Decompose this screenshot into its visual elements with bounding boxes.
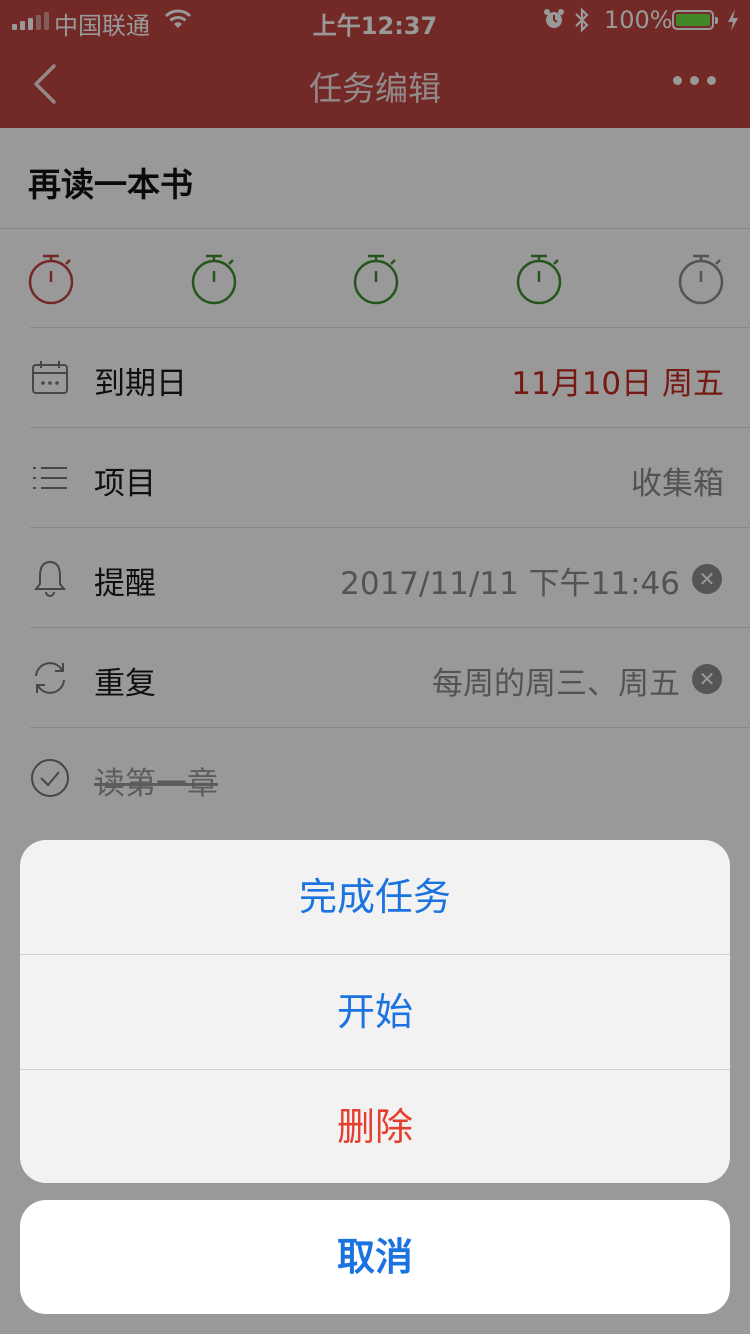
action-sheet: 完成任务 开始 删除 [20, 840, 730, 1183]
start-button[interactable]: 开始 [20, 955, 730, 1070]
complete-task-button[interactable]: 完成任务 [20, 840, 730, 955]
delete-button[interactable]: 删除 [20, 1070, 730, 1183]
cancel-button[interactable]: 取消 [20, 1200, 730, 1314]
